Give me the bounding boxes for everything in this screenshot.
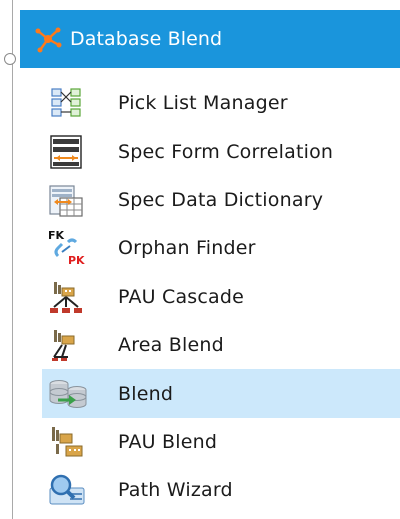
orphan-finder-icon: FK PK — [42, 228, 100, 268]
database-blend-icon — [34, 25, 62, 53]
tree-item-pau-blend[interactable]: PAU Blend — [42, 418, 400, 466]
tree-item-path-wizard[interactable]: Path Wizard — [42, 466, 400, 514]
tree-item-label: Path Wizard — [118, 479, 233, 502]
tree-group-database-blend[interactable]: Database Blend — [20, 10, 400, 68]
tree-item-label: Spec Form Correlation — [118, 140, 334, 163]
svg-text:FK: FK — [48, 229, 65, 242]
tree-connector-line — [12, 0, 13, 519]
tree-item-blend[interactable]: Blend — [42, 369, 400, 418]
tree-item-area-blend[interactable]: Area Blend — [42, 321, 400, 369]
tree-item-pau-cascade[interactable]: PAU Cascade — [42, 273, 400, 321]
pick-list-manager-icon — [42, 83, 100, 123]
area-blend-icon — [42, 325, 100, 365]
spec-form-correlation-icon — [42, 132, 100, 172]
tree-item-list: Pick List Manager Spec Form Correlation — [42, 79, 400, 515]
tree-item-label: PAU Blend — [118, 430, 218, 453]
pau-blend-icon — [42, 422, 100, 462]
tree-item-label: Orphan Finder — [118, 237, 256, 260]
tree-item-spec-form-correlation[interactable]: Spec Form Correlation — [42, 127, 400, 175]
tree-item-label: PAU Cascade — [118, 285, 245, 308]
tree-view: Database Blend Pick List Manager Spec Fo… — [0, 0, 400, 519]
tree-item-spec-data-dictionary[interactable]: Spec Data Dictionary — [42, 176, 400, 224]
tree-item-label: Spec Data Dictionary — [118, 188, 324, 211]
tree-item-orphan-finder[interactable]: FK PK Orphan Finder — [42, 224, 400, 272]
tree-item-label: Blend — [118, 382, 174, 405]
tree-item-label: Area Blend — [118, 334, 224, 357]
pau-cascade-icon — [42, 277, 100, 317]
svg-text:PK: PK — [68, 254, 85, 267]
spec-data-dictionary-icon — [42, 180, 100, 220]
tree-item-label: Pick List Manager — [118, 92, 288, 115]
collapse-toggle[interactable] — [4, 53, 16, 65]
tree-group-label: Database Blend — [70, 28, 223, 50]
tree-item-pick-list-manager[interactable]: Pick List Manager — [42, 79, 400, 127]
blend-icon — [42, 374, 100, 414]
path-wizard-icon — [42, 470, 100, 510]
